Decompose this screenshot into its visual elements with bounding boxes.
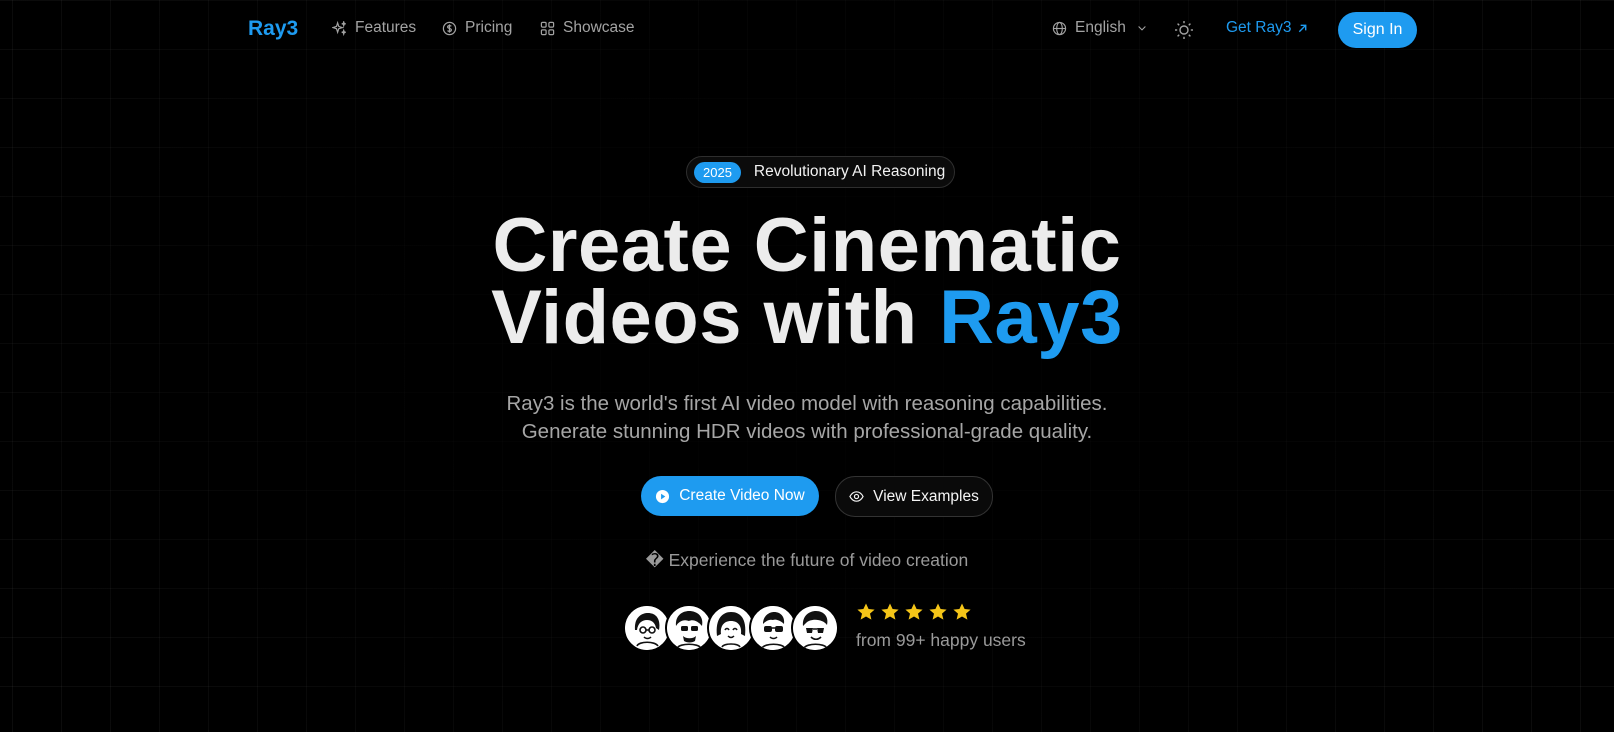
- nav-link-features[interactable]: Features: [332, 19, 416, 37]
- view-examples-button[interactable]: View Examples: [835, 476, 993, 517]
- star-icon: [929, 603, 947, 620]
- badge-text: Revolutionary AI Reasoning: [753, 163, 946, 180]
- star-icon: [857, 603, 875, 620]
- avatar: [623, 604, 671, 652]
- avatar: [665, 604, 713, 652]
- subtitle-line-2: Generate stunning HDR videos with profes…: [521, 420, 1093, 443]
- nav-link-label: Showcase: [563, 19, 635, 36]
- happy-users-text: from 99+ happy users: [856, 630, 1026, 650]
- arrow-up-right-icon: [1299, 24, 1307, 32]
- nav-link-label: Features: [355, 19, 417, 36]
- avatar: [749, 604, 797, 652]
- create-video-label: Create Video Now: [679, 487, 805, 504]
- avatar: [791, 604, 839, 652]
- star-icon: [905, 603, 923, 620]
- sign-in-button[interactable]: Sign In: [1338, 12, 1417, 48]
- create-video-button[interactable]: Create Video Now: [641, 476, 819, 516]
- logo[interactable]: Ray3: [248, 17, 298, 41]
- coin-icon: [442, 21, 457, 35]
- nav-link-label: Pricing: [465, 19, 513, 36]
- nav-link-showcase[interactable]: Showcase: [540, 19, 635, 37]
- sun-icon[interactable]: [1174, 20, 1194, 40]
- avatar: [707, 604, 755, 652]
- view-examples-label: View Examples: [873, 487, 979, 505]
- chevron-down-icon: [1138, 26, 1146, 31]
- star-icon: [953, 603, 971, 620]
- hero-subtitle: Ray3 is the world's first AI video model…: [0, 390, 1614, 446]
- subtitle-line-1: Ray3 is the world's first AI video model…: [506, 392, 1108, 415]
- rating-stars: [856, 602, 972, 622]
- grid-icon: [540, 21, 555, 35]
- language-select[interactable]: English: [1052, 19, 1148, 37]
- user-avatars: [623, 604, 839, 652]
- get-ray3-label: Get Ray3: [1226, 19, 1292, 36]
- play-circle-icon: [656, 489, 670, 503]
- badge-year: 2025: [694, 161, 741, 183]
- sparkles-icon: [332, 20, 346, 36]
- star-icon: [881, 603, 899, 620]
- get-ray3-link[interactable]: Get Ray3: [1226, 19, 1308, 37]
- globe-icon: [1052, 21, 1067, 35]
- hero-tagline: � Experience the future of video creatio…: [645, 550, 969, 570]
- hero-headline: Create Cinematic Videos with Ray3: [0, 203, 1614, 356]
- nav-link-pricing[interactable]: Pricing: [442, 19, 512, 37]
- headline-prefix: Videos with: [491, 275, 940, 360]
- eye-icon: [849, 491, 864, 502]
- top-nav: Ray3 Features Pricing Showcase English G…: [0, 0, 1614, 58]
- announcement-badge: 2025 Revolutionary AI Reasoning: [686, 156, 956, 188]
- headline-line-1: Create Cinematic: [492, 203, 1122, 288]
- headline-accent: Ray3: [939, 275, 1123, 360]
- language-label: English: [1075, 19, 1126, 36]
- headline-line-2: Videos with Ray3: [0, 280, 1614, 356]
- landing-page: Ray3 Features Pricing Showcase English G…: [0, 0, 1614, 732]
